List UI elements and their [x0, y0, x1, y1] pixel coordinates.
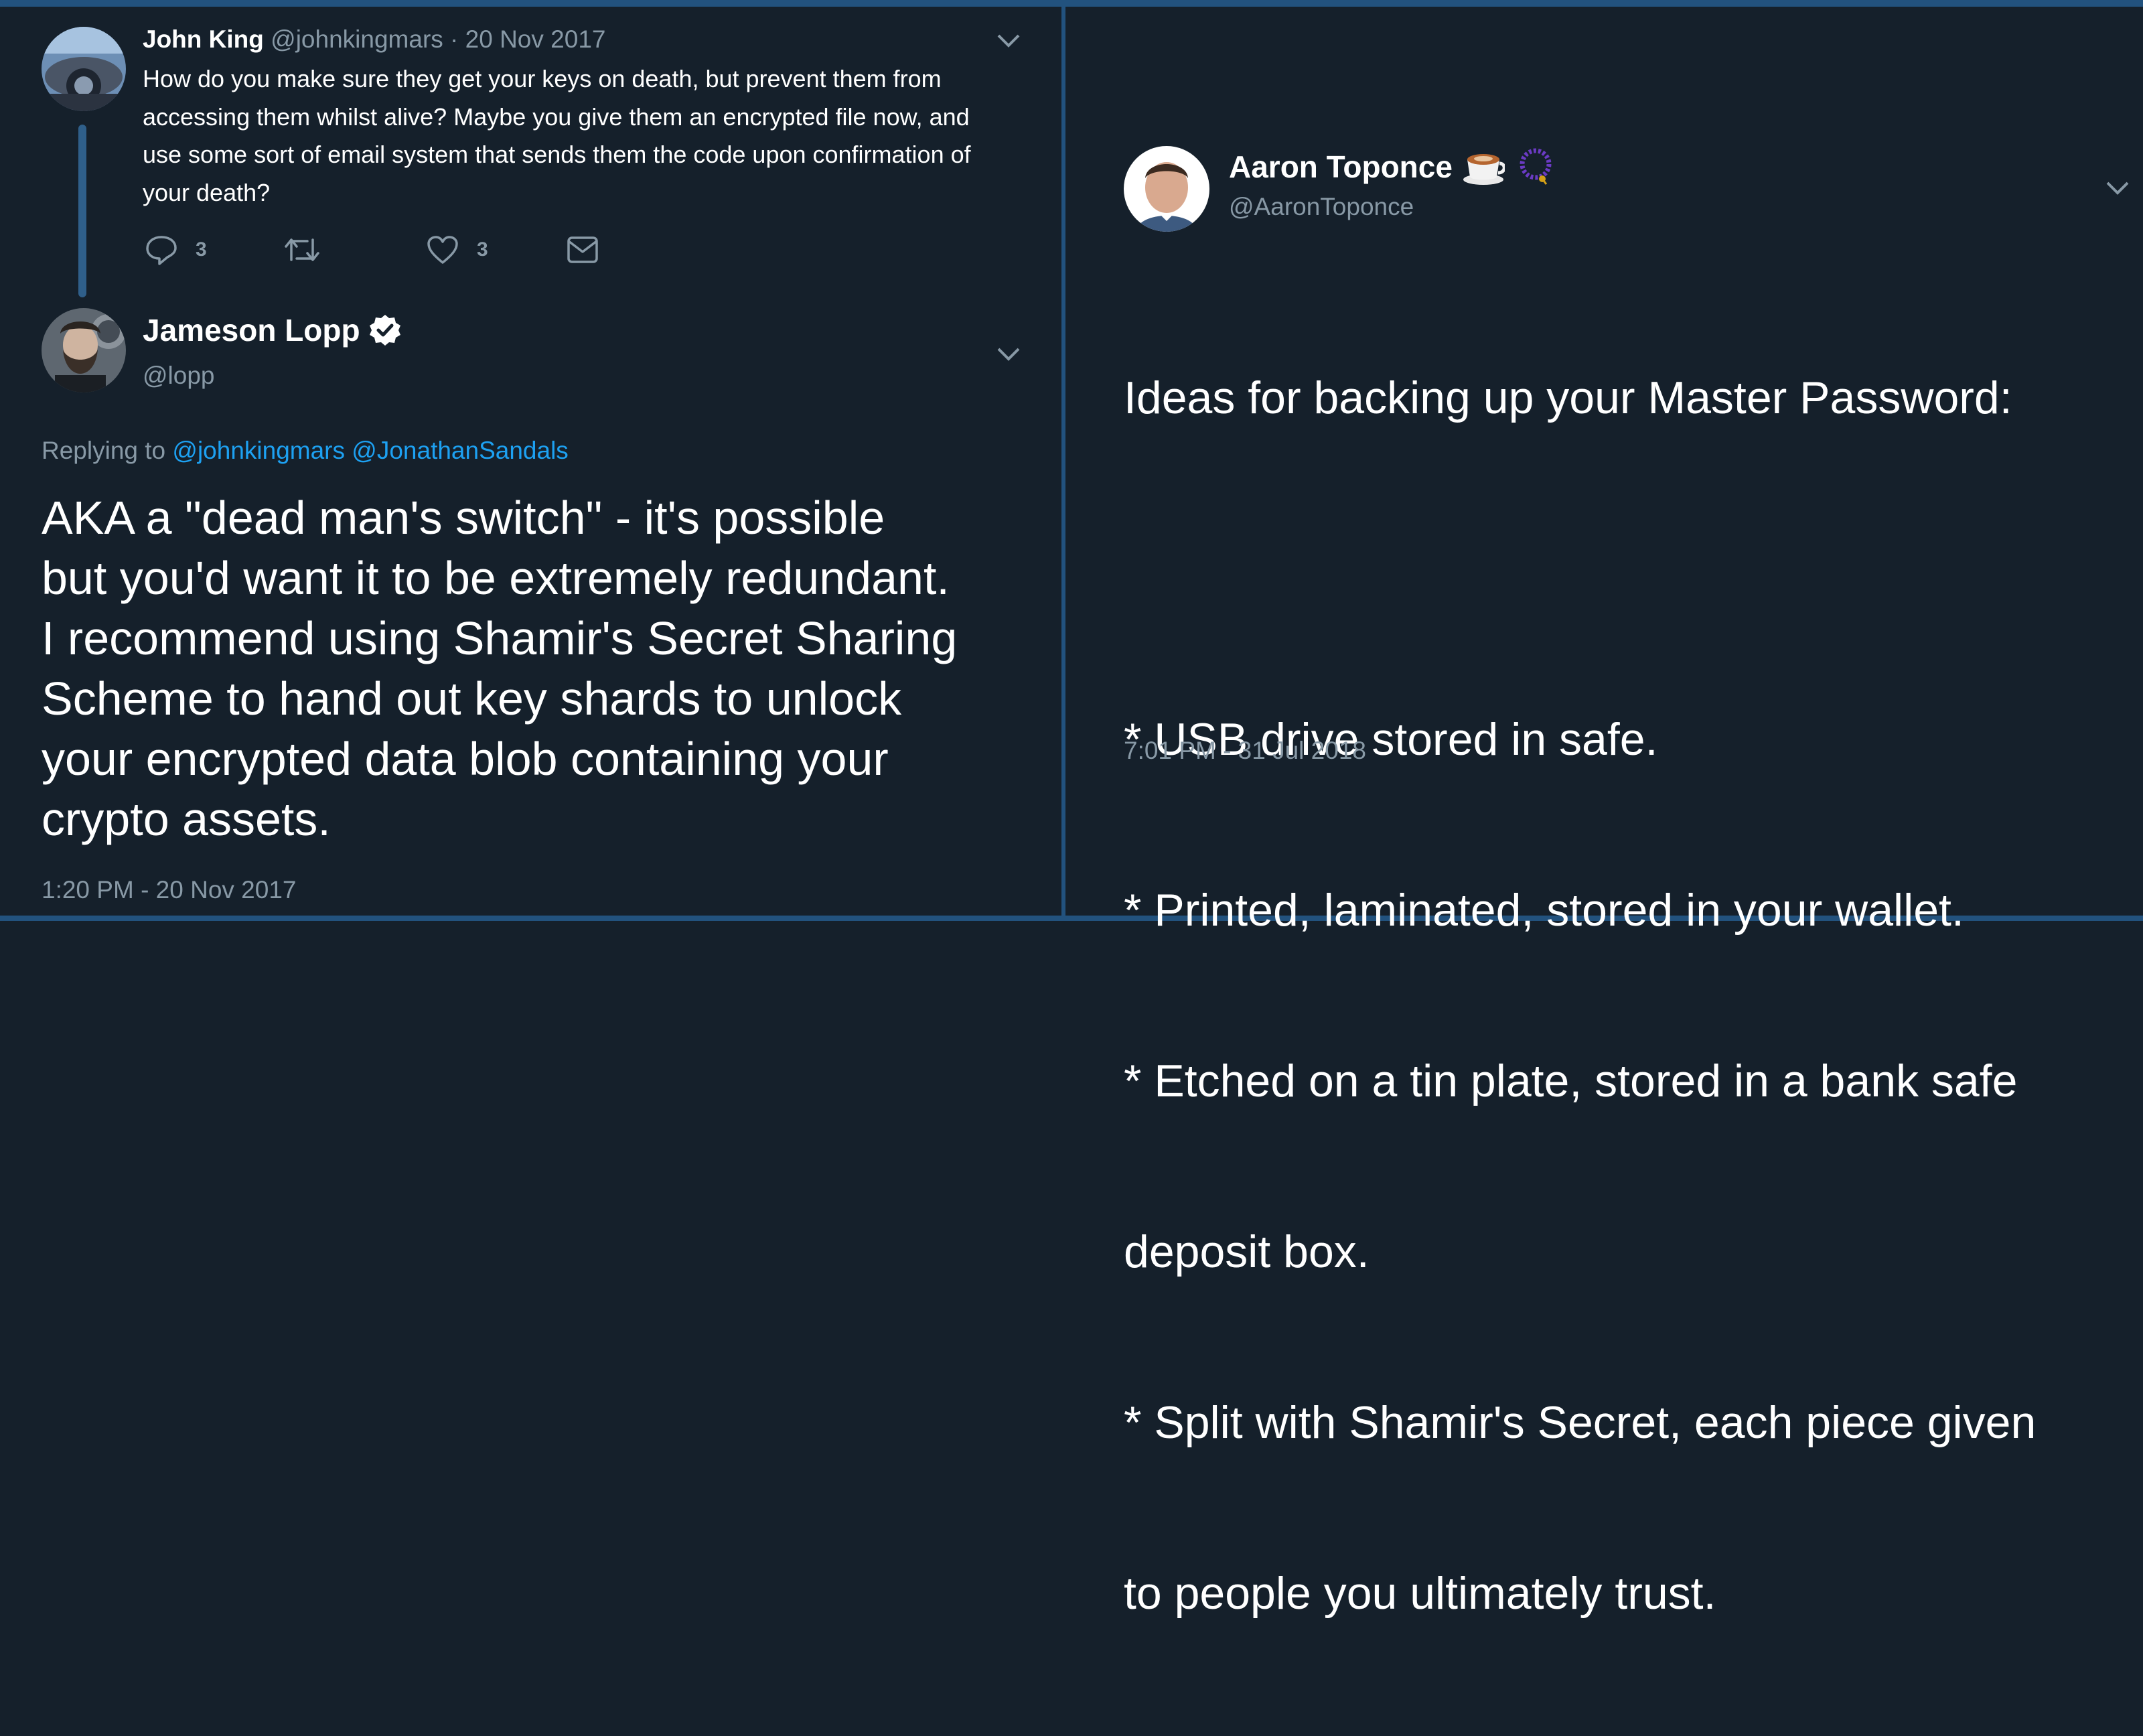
message-icon	[567, 236, 598, 263]
right-tweet-timestamp[interactable]: 7:01 PM - 31 Jul 2018	[1124, 737, 1366, 765]
right-author-name[interactable]: Aaron Toponce	[1229, 149, 1453, 185]
right-tweet-text: Ideas for backing up your Master Passwor…	[1124, 256, 2036, 1736]
reply-count: 3	[196, 238, 207, 261]
replying-to-line: Replying to @johnkingmars @JonathanSanda…	[42, 437, 569, 465]
right-tweet-menu[interactable]	[2105, 181, 2130, 196]
like-count: 3	[477, 238, 488, 261]
right-tweet-line: * Printed, laminated, stored in your wal…	[1124, 885, 1964, 936]
chevron-down-icon	[997, 34, 1020, 48]
right-tweet-line: deposit box.	[1124, 1226, 1370, 1277]
main-tweet-line: but you'd want it to be extremely redund…	[42, 552, 950, 604]
parent-tweet-text: How do you make sure they get your keys …	[143, 60, 971, 212]
parent-tweet-date[interactable]: · 20 Nov 2017	[450, 25, 605, 53]
reply-icon	[146, 236, 177, 265]
parent-tweet-line: accessing them whilst alive? Maybe you g…	[143, 102, 970, 131]
like-button[interactable]: 3	[426, 234, 488, 265]
parent-tweet-line: How do you make sure they get your keys …	[143, 65, 942, 92]
avatar-jameson-lopp[interactable]	[42, 308, 126, 392]
like-icon	[427, 236, 458, 264]
avatar-aaron-toponce[interactable]	[1124, 146, 1209, 232]
main-tweet-menu[interactable]	[996, 347, 1021, 362]
main-tweet-line: your encrypted data blob containing your	[42, 733, 889, 785]
main-author-name-row: Jameson Lopp	[143, 312, 402, 348]
main-author-handle[interactable]: @lopp	[143, 362, 215, 390]
parent-author-row: John King @johnkingmars · 20 Nov 2017	[143, 25, 605, 54]
main-author-name[interactable]: Jameson Lopp	[143, 312, 360, 348]
main-tweet-line: crypto assets.	[42, 793, 331, 845]
main-tweet-text: AKA a "dead man's switch" - it's possibl…	[42, 488, 957, 849]
prayer-beads-icon	[1520, 148, 1552, 185]
chevron-down-icon	[997, 348, 1020, 361]
replying-to-label: Replying to	[42, 437, 166, 464]
chevron-down-icon	[2106, 182, 2129, 195]
retweet-icon	[285, 238, 319, 261]
parent-author-handle[interactable]: @johnkingmars	[271, 25, 443, 53]
parent-tweet-menu[interactable]	[996, 33, 1021, 48]
right-tweet-line	[1124, 540, 2036, 597]
main-tweet-line: Scheme to hand out key shards to unlock	[42, 672, 902, 725]
direct-message-button[interactable]	[567, 236, 599, 264]
avatar-john-king[interactable]	[42, 27, 126, 111]
right-tweet-line: * Etched on a tin plate, stored in a ban…	[1124, 1056, 2018, 1106]
mention-link[interactable]: @JonathanSandals	[352, 437, 569, 464]
right-author-handle[interactable]: @AaronToponce	[1229, 193, 1414, 221]
right-tweet-line: * Split with Shamir's Secret, each piece…	[1124, 1397, 2037, 1448]
right-tweet-line: to people you ultimately trust.	[1124, 1568, 1716, 1619]
retweet-button[interactable]	[283, 234, 321, 265]
verified-badge-icon	[369, 315, 400, 346]
top-divider	[0, 0, 2143, 7]
coffee-cup-icon	[1463, 154, 1505, 185]
parent-tweet-line: use some sort of email system that sends…	[143, 141, 971, 168]
parent-tweet-line: your death?	[143, 178, 271, 206]
reply-button[interactable]: 3	[145, 234, 207, 265]
right-tweet-line: Ideas for backing up your Master Passwor…	[1124, 372, 2012, 423]
mention-link[interactable]: @johnkingmars	[172, 437, 345, 464]
center-divider	[1061, 0, 1065, 921]
main-tweet-line: AKA a "dead man's switch" - it's possibl…	[42, 492, 885, 544]
main-tweet-timestamp[interactable]: 1:20 PM - 20 Nov 2017	[42, 876, 297, 904]
thread-connector-line	[78, 125, 86, 297]
parent-author-name[interactable]: John King	[143, 25, 264, 53]
main-tweet-line: I recommend using Shamir's Secret Sharin…	[42, 612, 958, 664]
right-author-name-row: Aaron Toponce	[1229, 147, 1554, 186]
